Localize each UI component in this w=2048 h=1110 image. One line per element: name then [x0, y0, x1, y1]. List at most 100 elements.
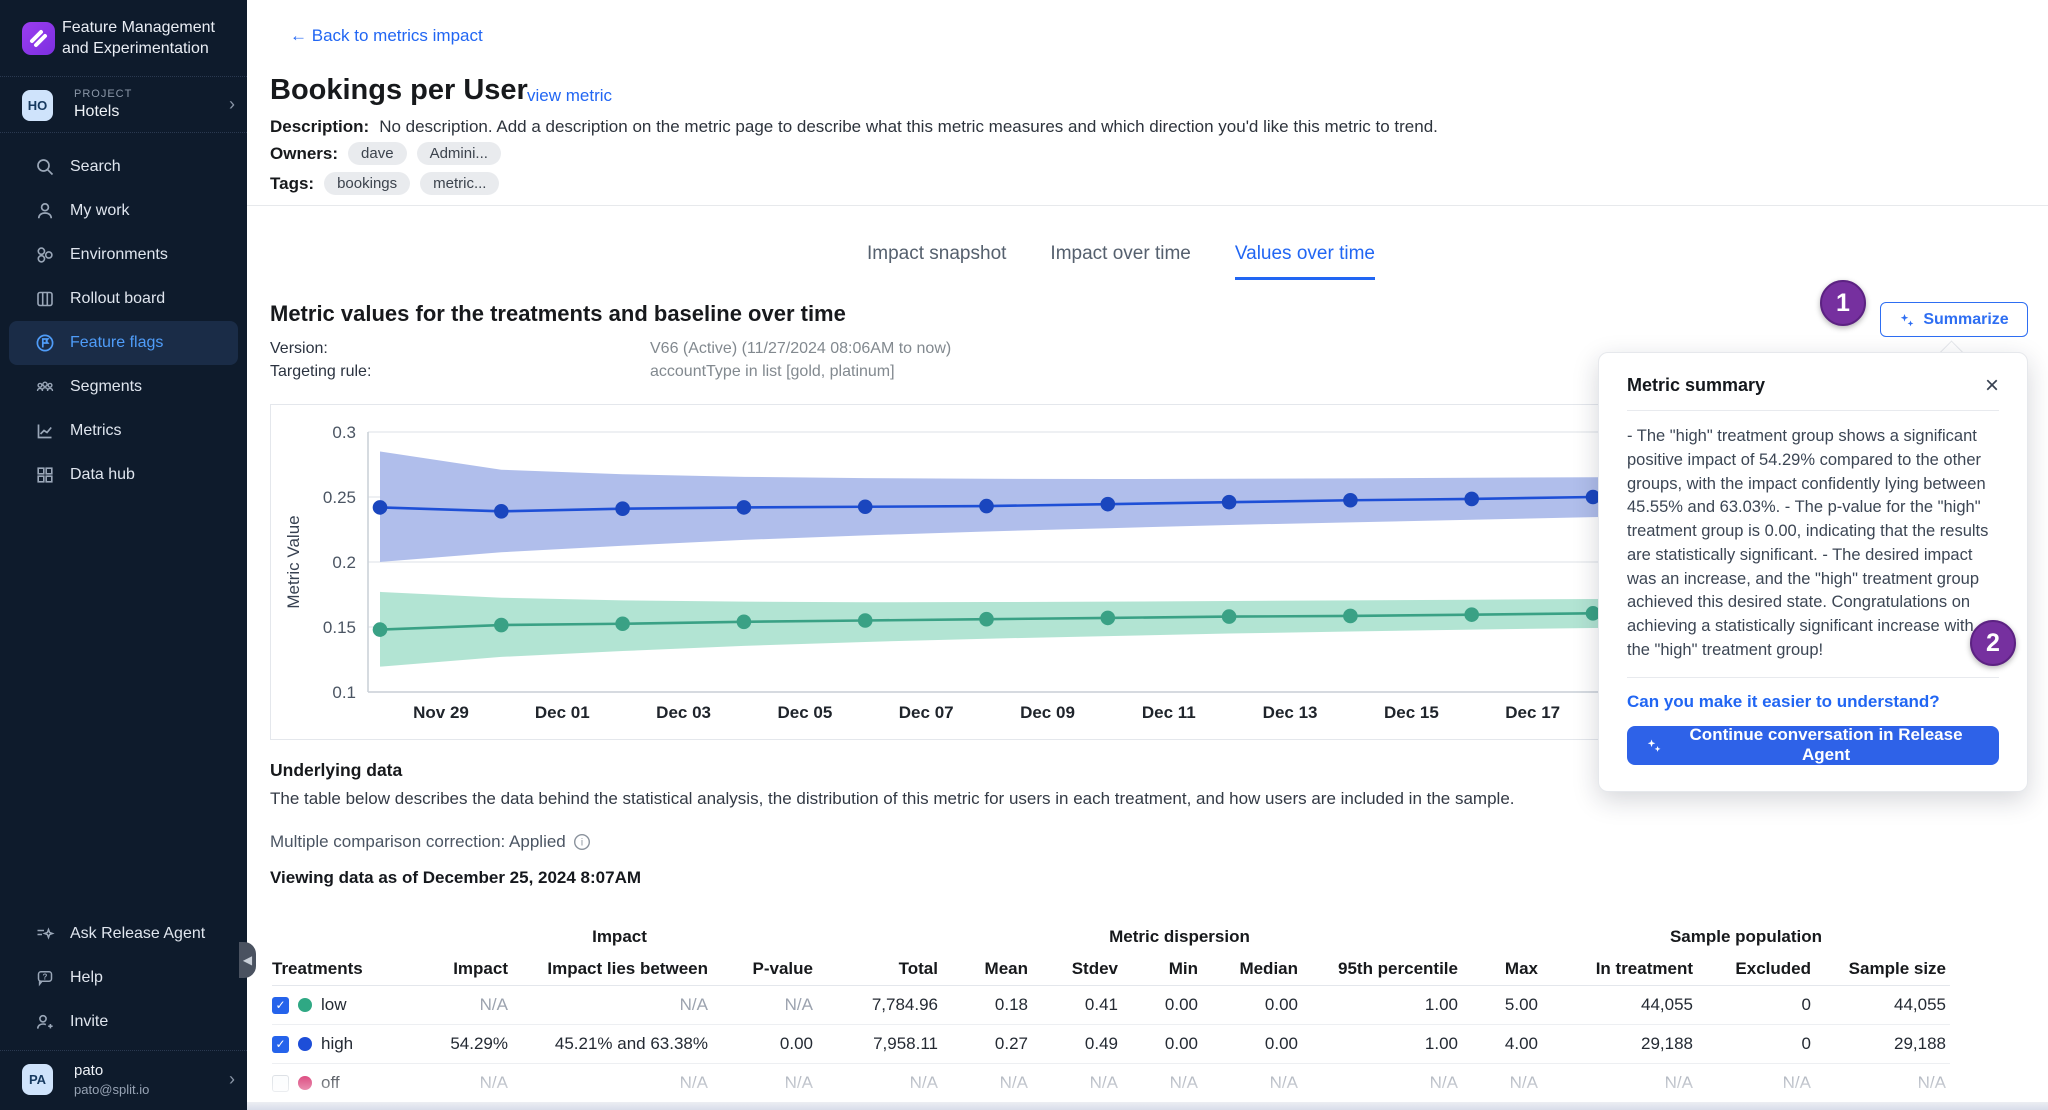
- cell-max: 5.00: [1462, 995, 1542, 1015]
- correction-row: Multiple comparison correction: Applied …: [270, 832, 591, 852]
- table-header-row: TreatmentsImpactImpact lies betweenP-val…: [272, 952, 1950, 986]
- tab-impact-over-time[interactable]: Impact over time: [1050, 243, 1190, 280]
- info-icon[interactable]: i: [573, 833, 591, 851]
- column-header-min: Min: [1122, 959, 1202, 979]
- cell-in-treatment: N/A: [1542, 1073, 1697, 1093]
- sidebar-item-ask-release-agent[interactable]: Ask Release Agent: [9, 912, 238, 956]
- user-menu[interactable]: PA pato pato@split.io ›: [0, 1050, 247, 1110]
- divider: [1627, 677, 1999, 678]
- sidebar-item-data-hub[interactable]: Data hub: [9, 453, 238, 497]
- cell-min: N/A: [1122, 1073, 1202, 1093]
- svg-text:0.3: 0.3: [332, 423, 356, 442]
- column-header-impact-lies-between: Impact lies between: [512, 959, 712, 979]
- svg-text:Dec 07: Dec 07: [899, 703, 954, 722]
- viewing-data-timestamp: Viewing data as of December 25, 2024 8:0…: [270, 868, 641, 888]
- chevron-right-icon: ›: [229, 1069, 235, 1090]
- treatment-checkbox-off[interactable]: [272, 1075, 289, 1092]
- easier-to-understand-link[interactable]: Can you make it easier to understand?: [1627, 692, 1999, 712]
- treatment-checkbox-high[interactable]: ✓: [272, 1036, 289, 1053]
- version-row: Version: V66 (Active) (11/27/2024 08:06A…: [270, 340, 328, 358]
- cell-p-value: N/A: [712, 1073, 817, 1093]
- sidebar-item-metrics[interactable]: Metrics: [9, 409, 238, 453]
- sparkle-icon: [34, 923, 56, 945]
- cell-stdev: 0.41: [1032, 995, 1122, 1015]
- cell-median: 0.00: [1202, 1034, 1302, 1054]
- owner-chip[interactable]: Admini...: [417, 142, 501, 165]
- cell-total: N/A: [817, 1073, 942, 1093]
- column-header-max: Max: [1462, 959, 1542, 979]
- cell-sample-size: 29,188: [1815, 1034, 1950, 1054]
- sidebar-item-label: Help: [70, 969, 103, 987]
- sidebar-item-label: Segments: [70, 378, 142, 396]
- continue-conversation-button[interactable]: Continue conversation in Release Agent: [1627, 726, 1999, 765]
- table-row-high: ✓high54.29%45.21% and 63.38%0.007,958.11…: [272, 1025, 1950, 1064]
- summarize-button[interactable]: Summarize: [1880, 302, 2028, 337]
- close-icon[interactable]: ×: [1985, 377, 1999, 395]
- sidebar-item-invite[interactable]: Invite: [9, 1000, 238, 1044]
- app-title: Feature Management and Experimentation: [62, 17, 215, 59]
- sidebar: Feature Management and Experimentation H…: [0, 0, 247, 1110]
- cell-in-treatment: 44,055: [1542, 995, 1697, 1015]
- sparkles-icon: [1899, 312, 1915, 328]
- svg-text:0.1: 0.1: [332, 683, 356, 702]
- feature-flag-icon: [34, 332, 56, 354]
- sidebar-item-label: Feature flags: [70, 334, 163, 352]
- cell-median: 0.00: [1202, 995, 1302, 1015]
- tab-values-over-time[interactable]: Values over time: [1235, 243, 1375, 280]
- cell-mean: N/A: [942, 1073, 1032, 1093]
- treatment-label: low: [321, 995, 347, 1015]
- svg-text:0.2: 0.2: [332, 553, 356, 572]
- svg-text:Dec 01: Dec 01: [535, 703, 590, 722]
- column-header-excluded: Excluded: [1697, 959, 1815, 979]
- sparkles-icon: [1646, 737, 1662, 754]
- cell-total: 7,958.11: [817, 1034, 942, 1054]
- column-header-in-treatment: In treatment: [1542, 959, 1697, 979]
- sidebar-item-my-work[interactable]: My work: [9, 189, 238, 233]
- cell-sample-size: 44,055: [1815, 995, 1950, 1015]
- summarize-button-label: Summarize: [1923, 311, 2008, 329]
- page-title: Bookings per User: [270, 74, 528, 107]
- cell-min: 0.00: [1122, 1034, 1202, 1054]
- sidebar-item-feature-flags[interactable]: Feature flags: [9, 321, 238, 365]
- sidebar-item-search[interactable]: Search: [9, 145, 238, 189]
- tags-row: Tags: bookings metric...: [270, 172, 499, 195]
- tab-impact-snapshot[interactable]: Impact snapshot: [867, 243, 1006, 280]
- view-metric-link[interactable]: view metric: [527, 86, 612, 106]
- table-row-off: offN/AN/AN/AN/AN/AN/AN/AN/AN/AN/AN/AN/AN…: [272, 1064, 1950, 1103]
- cell-sample-size: N/A: [1815, 1073, 1950, 1093]
- invite-icon: [34, 1011, 56, 1033]
- search-icon: [34, 156, 56, 178]
- underlying-data-table: ImpactMetric dispersionSample population…: [272, 922, 1950, 1103]
- version-label: Version:: [270, 340, 328, 357]
- tag-chip[interactable]: bookings: [324, 172, 410, 195]
- sidebar-item-help[interactable]: ? Help: [9, 956, 238, 1000]
- sidebar-collapse-handle[interactable]: ◀: [239, 942, 256, 978]
- table-group-header: Impact: [422, 927, 817, 947]
- sidebar-item-segments[interactable]: Segments: [9, 365, 238, 409]
- tag-chip[interactable]: metric...: [420, 172, 499, 195]
- description-label: Description:: [270, 117, 369, 137]
- column-header-total: Total: [817, 959, 942, 979]
- avatar: PA: [22, 1064, 53, 1095]
- treatment-cell: off: [272, 1073, 422, 1093]
- svg-text:Dec 13: Dec 13: [1263, 703, 1318, 722]
- sidebar-item-label: Metrics: [70, 422, 122, 440]
- svg-text:Dec 03: Dec 03: [656, 703, 711, 722]
- chevron-right-icon: ›: [229, 94, 235, 115]
- cell-impact: N/A: [422, 995, 512, 1015]
- cell-mean: 0.18: [942, 995, 1032, 1015]
- logo-area: Feature Management and Experimentation: [0, 0, 247, 77]
- cell-mean: 0.27: [942, 1034, 1032, 1054]
- back-link[interactable]: ← Back to metrics impact: [290, 26, 483, 46]
- targeting-value: accountType in list [gold, platinum]: [650, 363, 895, 381]
- sidebar-item-rollout-board[interactable]: Rollout board: [9, 277, 238, 321]
- sidebar-item-environments[interactable]: Environments: [9, 233, 238, 277]
- cell-95th-percentile: 1.00: [1302, 995, 1462, 1015]
- segments-icon: [34, 376, 56, 398]
- owner-chip[interactable]: dave: [348, 142, 407, 165]
- treatment-checkbox-low[interactable]: ✓: [272, 997, 289, 1014]
- user-email: pato@split.io: [74, 1082, 149, 1097]
- treatment-color-dot: [298, 998, 312, 1012]
- cell-min: 0.00: [1122, 995, 1202, 1015]
- project-switcher[interactable]: HO PROJECT Hotels ›: [0, 78, 247, 133]
